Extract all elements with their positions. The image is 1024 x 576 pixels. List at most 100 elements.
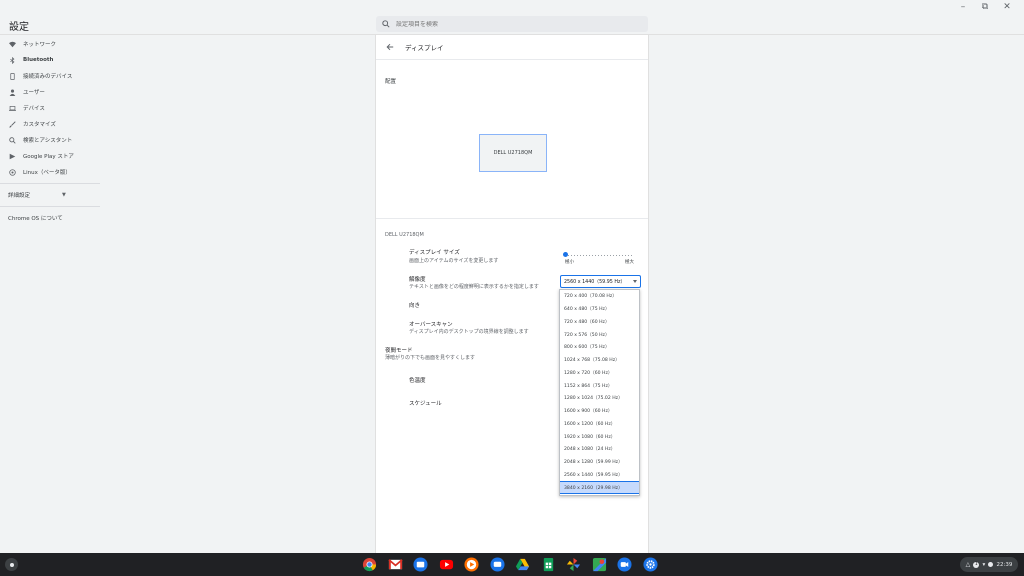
sidebar-item-connected-devices[interactable]: 接続済みのデバイス (0, 68, 100, 84)
person-icon (8, 88, 16, 96)
sidebar-item-label: Chrome OS について (8, 216, 63, 222)
sidebar-item-label: Bluetooth (23, 57, 54, 63)
files-icon[interactable] (412, 556, 429, 573)
resolution-option[interactable]: 1920 x 1080（60 Hz） (560, 430, 639, 443)
bluetooth-icon (8, 56, 16, 64)
clock: 22:39 (996, 561, 1013, 568)
search-icon (382, 20, 390, 28)
resolution-option[interactable]: 640 x 480（75 Hz） (560, 303, 639, 316)
resolution-option[interactable]: 720 x 400（70.08 Hz） (560, 290, 639, 303)
shelf: △ 1 ▾ 22:39 (0, 553, 1024, 576)
sidebar-item-play-store[interactable]: Google Play ストア (0, 148, 100, 164)
resolution-option[interactable]: 1600 x 1200（60 Hz） (560, 418, 639, 431)
display-size-subtitle: 画面上のアイテムのサイズを変更します (409, 258, 499, 264)
night-light-title: 夜間モード (385, 348, 413, 354)
sidebar-item-label: Linux（ベータ版） (23, 170, 71, 176)
minimize-button[interactable]: – (958, 2, 968, 12)
orientation-title: 向き (409, 303, 421, 309)
resolution-select[interactable]: 2560 x 1440（59.95 Hz） (560, 275, 641, 288)
sidebar-item-label: カスタマイズ (23, 122, 56, 128)
sidebar-item-label: 詳細設定 (8, 193, 31, 199)
sidebar-item-label: 検索とアシスタント (23, 138, 73, 144)
resolution-option[interactable]: 720 x 480（60 Hz） (560, 316, 639, 329)
slider-track (565, 254, 633, 256)
overscan-title: オーバースキャン (409, 322, 453, 328)
display-size-title: ディスプレイ サイズ (409, 250, 460, 256)
wifi-icon (8, 40, 16, 48)
battery-icon (988, 562, 994, 567)
chevron-down-icon: ▼ (62, 192, 66, 198)
sidebar-item-label: ネットワーク (23, 42, 57, 48)
search-input[interactable] (396, 20, 636, 28)
slider-max-label: 極大 (625, 260, 634, 265)
sidebar-divider (0, 206, 100, 207)
play-store-icon (8, 152, 16, 160)
sidebar-item-network[interactable]: ネットワーク (0, 36, 100, 52)
color-temperature-title: 色温度 (409, 378, 426, 384)
laptop-icon (8, 104, 16, 112)
resolution-selected-value: 2560 x 1440（59.95 Hz） (564, 280, 626, 285)
messages-icon[interactable] (489, 556, 506, 573)
resolution-option[interactable]: 2048 x 1280（59.99 Hz） (560, 456, 639, 469)
resolution-option[interactable]: 1280 x 720（60 Hz） (560, 367, 639, 380)
sidebar-item-personalization[interactable]: カスタマイズ (0, 116, 100, 132)
sidebar-item-users[interactable]: ユーザー (0, 84, 100, 100)
sheets-icon[interactable] (540, 556, 557, 573)
maps-icon[interactable] (591, 556, 608, 573)
sidebar-divider (0, 183, 100, 184)
chrome-icon[interactable] (361, 556, 378, 573)
sidebar-item-label: 接続済みのデバイス (23, 74, 73, 80)
restore-button[interactable]: ⧉ (980, 2, 990, 12)
schedule-title: スケジュール (409, 401, 442, 407)
duo-icon[interactable] (616, 556, 633, 573)
display-size-slider[interactable] (563, 252, 633, 258)
monitor-name: DELL U2718QM (493, 150, 533, 156)
sidebar-item-advanced[interactable]: 詳細設定 ▼ (0, 187, 100, 203)
sidebar-item-linux[interactable]: Linux（ベータ版） (0, 164, 100, 180)
resolution-option[interactable]: 1280 x 1024（75.02 Hz） (560, 392, 639, 405)
resolution-option[interactable]: 2560 x 1440（59.95 Hz） (560, 469, 639, 482)
resolution-option[interactable]: 3840 x 2160（29.98 Hz） (560, 481, 639, 494)
sidebar-item-label: Google Play ストア (23, 154, 74, 160)
device-heading: DELL U2718QM (385, 232, 424, 238)
page-title: ディスプレイ (405, 44, 444, 52)
resolution-option[interactable]: 720 x 576（50 Hz） (560, 328, 639, 341)
settings-icon[interactable] (642, 556, 659, 573)
status-tray[interactable]: △ 1 ▾ 22:39 (960, 557, 1018, 572)
sidebar-item-about[interactable]: Chrome OS について (0, 210, 100, 226)
sidebar-item-device[interactable]: デバイス (0, 100, 100, 116)
launcher-icon (9, 562, 14, 567)
resolution-option[interactable]: 2048 x 1080（24 Hz） (560, 443, 639, 456)
resolution-subtitle: テキストと画像をどの程度鮮明に表示するかを指定します (409, 284, 539, 290)
app-title: 設定 (9, 22, 29, 33)
youtube-icon[interactable] (438, 556, 455, 573)
search-icon (8, 136, 16, 144)
page-header: ディスプレイ (376, 35, 648, 59)
night-light-subtitle: 薄暗がりの下でも画面を見やすくします (385, 355, 476, 361)
gmail-icon[interactable] (387, 556, 404, 573)
resolution-option[interactable]: 800 x 600（75 Hz） (560, 341, 639, 354)
slider-min-label: 極小 (565, 260, 574, 265)
play-music-icon[interactable] (463, 556, 480, 573)
pinwheel-icon[interactable] (565, 556, 582, 573)
resolution-option[interactable]: 1024 x 768（75.08 Hz） (560, 354, 639, 367)
arrangement-label: 配置 (385, 79, 397, 85)
slider-knob[interactable] (563, 252, 568, 257)
caret-down-icon (633, 280, 637, 283)
search-bar[interactable] (376, 16, 648, 32)
linux-icon (8, 168, 16, 176)
resolution-option[interactable]: 1152 x 864（75 Hz） (560, 379, 639, 392)
resolution-option[interactable]: 1600 x 900（60 Hz） (560, 405, 639, 418)
launcher-button[interactable] (5, 558, 18, 571)
back-arrow-icon[interactable] (385, 42, 395, 52)
pinned-apps (361, 556, 659, 573)
close-button[interactable]: ✕ (1002, 2, 1012, 12)
brush-icon (8, 120, 16, 128)
sidebar-item-search-assistant[interactable]: 検索とアシスタント (0, 132, 100, 148)
lock-icon: △ (965, 561, 971, 568)
sidebar-item-bluetooth[interactable]: Bluetooth (0, 52, 100, 68)
drive-icon[interactable] (514, 556, 531, 573)
wifi-icon: ▾ (982, 561, 986, 568)
header-divider (376, 59, 648, 60)
monitor-tile[interactable]: DELL U2718QM (479, 134, 547, 172)
